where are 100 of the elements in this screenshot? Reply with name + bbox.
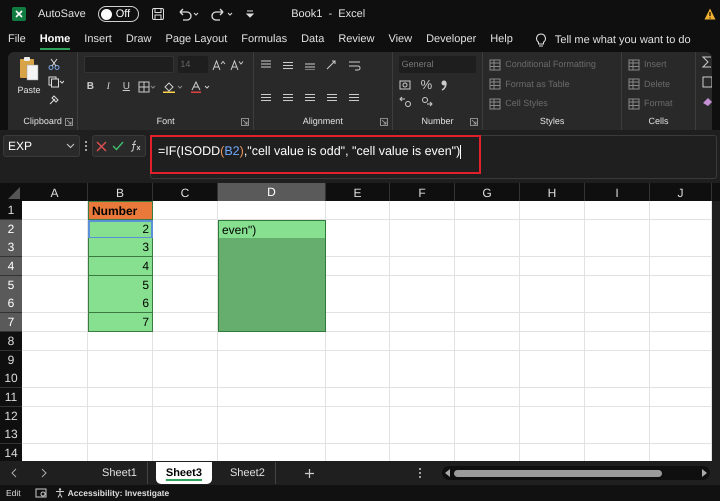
- row-header[interactable]: 10: [0, 369, 22, 388]
- align-center-icon[interactable]: [282, 93, 294, 103]
- more-options-icon[interactable]: [418, 467, 422, 479]
- autosave-toggle[interactable]: Off: [98, 6, 140, 22]
- underline-button[interactable]: U: [120, 79, 132, 94]
- accessibility-icon[interactable]: [54, 488, 65, 498]
- scroll-left-icon[interactable]: [10, 468, 18, 478]
- borders-icon[interactable]: [138, 80, 156, 92]
- save-icon[interactable]: [151, 7, 166, 21]
- scroll-right-icon[interactable]: [40, 468, 48, 478]
- menu-tab[interactable]: Insert: [84, 30, 112, 50]
- cell[interactable]: 3: [88, 238, 153, 258]
- cancel-icon[interactable]: [96, 140, 107, 152]
- cell[interactable]: even"): [218, 220, 326, 239]
- horizontal-scrollbar[interactable]: [442, 466, 710, 480]
- row-header[interactable]: 8: [0, 332, 22, 351]
- sheet-tab[interactable]: Sheet2: [220, 462, 276, 484]
- row-header[interactable]: 2: [0, 220, 22, 239]
- align-left-icon[interactable]: [260, 93, 272, 103]
- cell[interactable]: 4: [88, 257, 153, 276]
- warning-icon[interactable]: [704, 8, 716, 20]
- row-header[interactable]: 9: [0, 350, 22, 370]
- excel-logo-icon[interactable]: [12, 7, 26, 21]
- scissors-icon[interactable]: [48, 58, 60, 70]
- decrease-decimal-icon[interactable]: [420, 96, 435, 108]
- window-title: Book1 - Excel: [291, 6, 366, 22]
- align-top-icon[interactable]: [260, 60, 272, 70]
- decrease-indent-icon[interactable]: [326, 93, 338, 103]
- menu-tab[interactable]: Home: [40, 30, 70, 50]
- increase-decimal-icon[interactable]: [398, 96, 413, 108]
- redo-icon[interactable]: [211, 7, 234, 21]
- comma-style-icon[interactable]: [440, 78, 448, 90]
- row-header[interactable]: 1: [0, 201, 22, 220]
- group-label: Cells: [648, 115, 668, 128]
- font-color-icon[interactable]: [190, 80, 212, 92]
- row-header[interactable]: 5: [0, 276, 22, 295]
- cell[interactable]: Number: [88, 201, 153, 220]
- clipboard-icon[interactable]: [18, 56, 40, 82]
- italic-button[interactable]: I: [102, 79, 114, 94]
- cell[interactable]: 6: [88, 294, 153, 314]
- format-painter-icon[interactable]: [48, 94, 60, 106]
- menu-tab[interactable]: Page Layout: [165, 30, 228, 50]
- increase-font-size-icon[interactable]: [212, 58, 226, 70]
- lightbulb-icon[interactable]: [534, 33, 547, 47]
- sheet-tab[interactable]: Sheet1: [92, 462, 148, 484]
- wrap-text-icon[interactable]: [348, 60, 362, 72]
- autosum-icon[interactable]: [702, 56, 712, 68]
- row-header[interactable]: 6: [0, 294, 22, 314]
- percent-button[interactable]: %: [420, 78, 432, 91]
- selected-range-cell[interactable]: [218, 238, 326, 258]
- customize-toolbar-icon[interactable]: [245, 9, 256, 19]
- align-middle-icon[interactable]: [282, 60, 294, 70]
- add-sheet-icon[interactable]: [304, 468, 315, 478]
- selected-range-cell[interactable]: [218, 313, 326, 332]
- column-header[interactable]: D: [218, 183, 326, 203]
- menu-tab[interactable]: File: [8, 30, 26, 50]
- row-header[interactable]: 7: [0, 313, 22, 332]
- dialog-launcher-icon[interactable]: [240, 118, 249, 126]
- sheet-tab[interactable]: Sheet3: [156, 462, 212, 484]
- paste-button[interactable]: Paste: [14, 56, 44, 114]
- fill-color-icon[interactable]: [162, 80, 184, 92]
- insert-function-icon[interactable]: [129, 140, 142, 152]
- menu-tab[interactable]: Developer: [426, 30, 476, 50]
- bold-button[interactable]: B: [84, 79, 96, 94]
- cell[interactable]: 5: [88, 276, 153, 295]
- menu-tab[interactable]: Data: [301, 30, 324, 50]
- tell-me-field[interactable]: Tell me what you want to do: [554, 32, 712, 48]
- group-label: Alignment: [302, 115, 343, 128]
- accessibility-status[interactable]: Accessibility: Investigate: [54, 486, 170, 500]
- group-label: Styles: [540, 115, 564, 128]
- menu-tab[interactable]: View: [388, 30, 412, 50]
- row-header[interactable]: 14: [0, 444, 22, 461]
- row-header[interactable]: 3: [0, 238, 22, 258]
- dialog-launcher-icon[interactable]: [65, 118, 74, 126]
- macro-recorder-icon[interactable]: [34, 488, 47, 498]
- autosave-label: AutoSave: [38, 6, 86, 22]
- enter-checkmark-icon[interactable]: [112, 141, 124, 151]
- menu-tab[interactable]: Help: [490, 30, 513, 50]
- decrease-font-size-icon[interactable]: [230, 58, 244, 70]
- align-right-icon[interactable]: [304, 93, 316, 103]
- cell[interactable]: 2: [88, 220, 153, 239]
- menu-tab[interactable]: Formulas: [241, 30, 288, 50]
- menu-tab[interactable]: Draw: [126, 30, 152, 50]
- copy-icon[interactable]: [48, 76, 64, 88]
- row-header[interactable]: 11: [0, 388, 22, 407]
- name-box[interactable]: EXP: [3, 135, 80, 157]
- row-header[interactable]: 12: [0, 406, 22, 426]
- dropdown-caret-icon[interactable]: [66, 143, 75, 149]
- menu-tab[interactable]: Review: [338, 30, 374, 50]
- cell[interactable]: 7: [88, 313, 153, 332]
- increase-indent-icon[interactable]: [348, 93, 360, 103]
- dialog-launcher-icon[interactable]: [470, 118, 478, 126]
- more-options-icon[interactable]: [84, 140, 88, 152]
- dialog-launcher-icon[interactable]: [380, 118, 388, 126]
- undo-icon[interactable]: [177, 7, 200, 21]
- accounting-format-icon[interactable]: [398, 78, 413, 90]
- formula-field[interactable]: =IF(ISODD(B2),"cell value is odd", "cell value is even"): [150, 135, 481, 174]
- number-format-field[interactable]: General: [398, 56, 476, 73]
- row-header[interactable]: 13: [0, 425, 22, 444]
- row-header[interactable]: 4: [0, 257, 22, 276]
